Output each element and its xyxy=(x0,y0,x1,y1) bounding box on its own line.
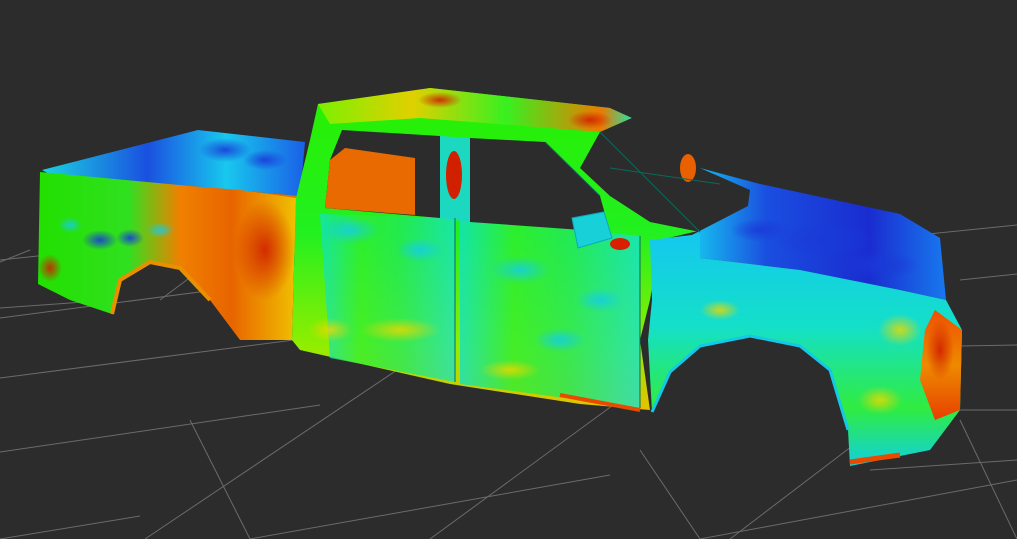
a-pillar-hotspot xyxy=(680,154,696,182)
truck-model[interactable] xyxy=(38,88,962,466)
mirror-hotspot xyxy=(610,238,630,250)
rear-window-interior xyxy=(325,148,415,215)
3d-viewport[interactable] xyxy=(0,0,1017,539)
b-pillar-hotspot xyxy=(446,151,462,199)
scene-canvas[interactable] xyxy=(0,0,1017,539)
